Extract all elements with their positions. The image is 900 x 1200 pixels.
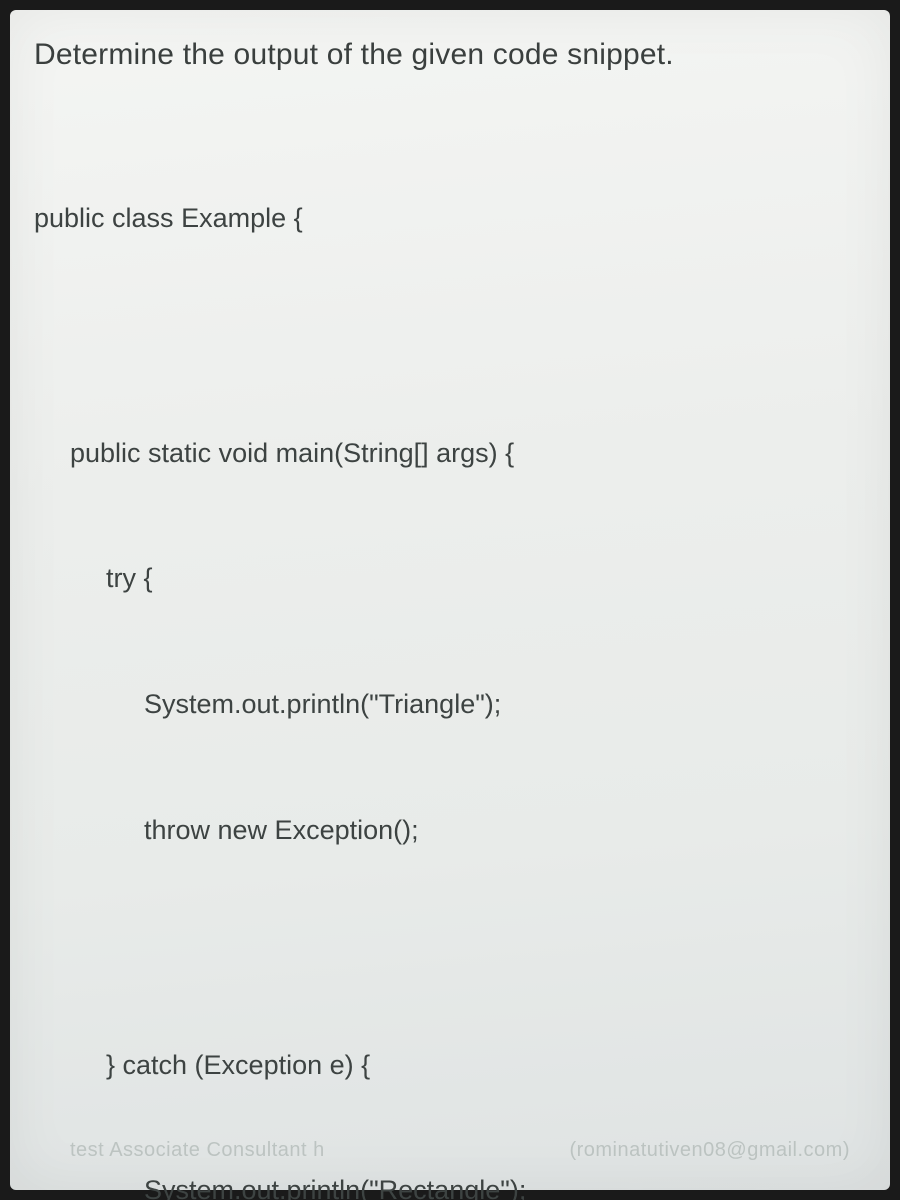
- question-heading: Determine the output of the given code s…: [34, 38, 866, 72]
- watermark: test Associate Consultant h (rominatutiv…: [70, 1139, 850, 1162]
- code-line: try {: [34, 558, 866, 600]
- code-line: public static void main(String[] args) {: [34, 433, 866, 475]
- question-panel: Determine the output of the given code s…: [10, 10, 890, 1190]
- code-line: public class Example {: [34, 198, 866, 240]
- code-line: } catch (Exception e) {: [34, 1045, 866, 1087]
- watermark-left: test Associate Consultant h: [70, 1139, 325, 1162]
- code-snippet: public class Example { public static voi…: [34, 114, 866, 1200]
- code-line: throw new Exception();: [34, 810, 866, 852]
- code-line: System.out.println("Triangle");: [34, 684, 866, 726]
- code-line: System.out.println("Rectangle");: [34, 1170, 866, 1200]
- watermark-right: (rominatutiven08@gmail.com): [569, 1139, 850, 1162]
